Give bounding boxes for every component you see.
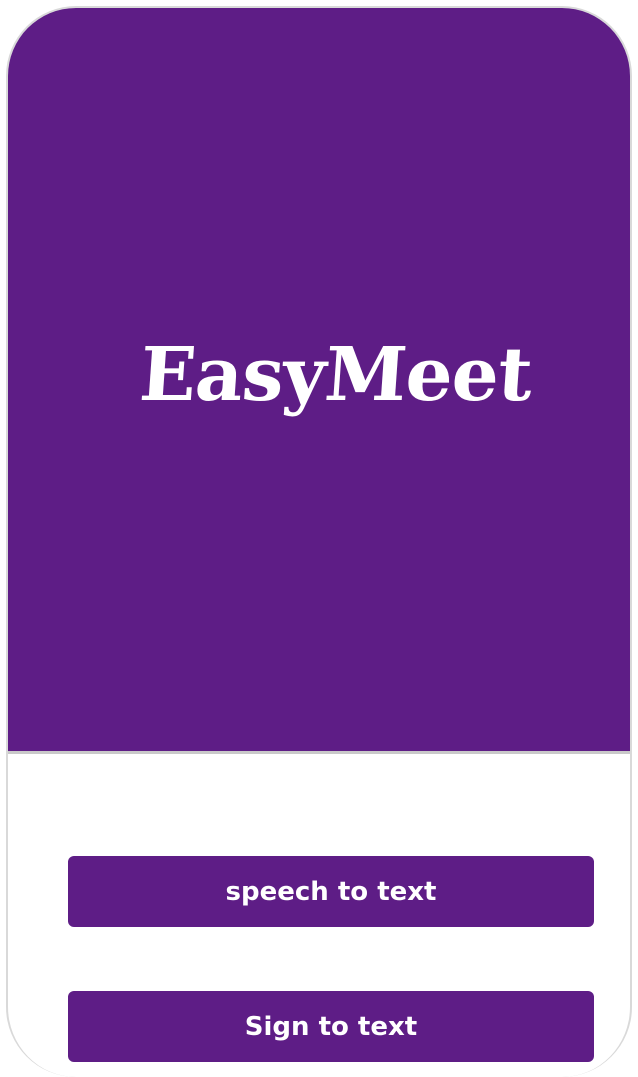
splash-header: EasyMeet [8,8,630,754]
sign-to-text-button[interactable]: Sign to text [68,991,594,1062]
app-screen: EasyMeet speech to text Sign to text [6,6,632,1077]
app-logo: EasyMeet [136,332,535,418]
speech-to-text-label: speech to text [225,876,437,907]
speech-to-text-button[interactable]: speech to text [68,856,594,927]
sign-to-text-label: Sign to text [244,1011,418,1042]
